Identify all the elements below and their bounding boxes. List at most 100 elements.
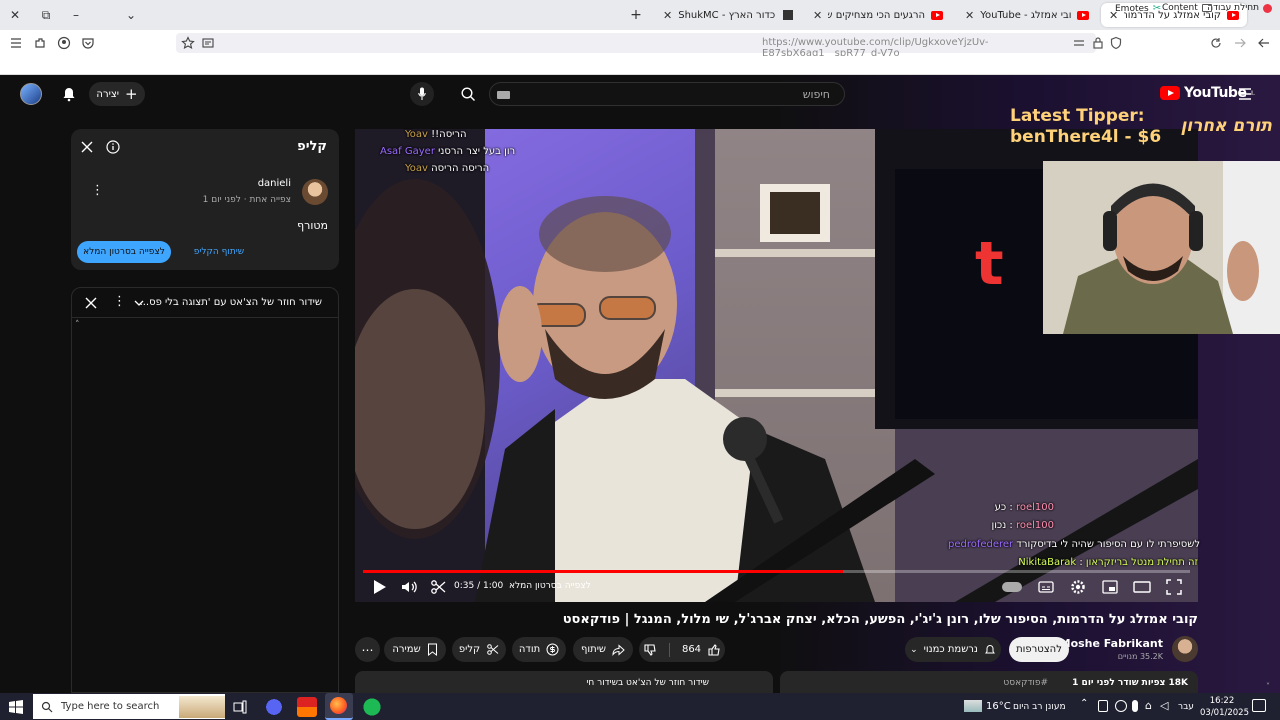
- clock[interactable]: 16:22 03/01/2025: [1200, 695, 1249, 719]
- dislike-icon[interactable]: [643, 643, 657, 657]
- search-button[interactable]: [448, 82, 488, 106]
- scroll-down-icon[interactable]: ˅: [1266, 682, 1276, 692]
- forward-icon[interactable]: [1233, 36, 1247, 50]
- tab-funny-moments[interactable]: הרגעים הכי מצחיקים של עוזר R ✕: [805, 3, 951, 27]
- input-language[interactable]: עבר: [1178, 702, 1194, 712]
- new-tab-icon[interactable]: +: [627, 6, 645, 24]
- channel-avatar[interactable]: [1172, 636, 1198, 662]
- subtitles-icon[interactable]: [1037, 578, 1055, 596]
- chat-message: הריסה הריסה: [431, 163, 490, 174]
- network-icon[interactable]: ⌂: [1145, 699, 1152, 712]
- extensions-icon[interactable]: [33, 36, 47, 50]
- scissors-icon[interactable]: [429, 578, 447, 596]
- weather-desc[interactable]: מעונן רב היום: [1013, 702, 1066, 712]
- shield-icon[interactable]: [1109, 36, 1123, 50]
- tab-youtube-kobi[interactable]: YouTube - קובי אמזלג ✕: [957, 3, 1097, 27]
- url-bar[interactable]: https://www.youtube.com/clip/UgkxoveYjzU…: [176, 33, 1096, 59]
- volume-icon[interactable]: [400, 578, 418, 596]
- taskbar-search-placeholder: Type here to search: [61, 701, 160, 712]
- autoplay-toggle[interactable]: [1002, 582, 1022, 592]
- tab-label: YouTube - קובי אמזלג: [980, 9, 1071, 21]
- onedrive-icon[interactable]: [1115, 700, 1127, 712]
- bookmark-emotes[interactable]: Emotes ✂: [1115, 3, 1161, 14]
- share-clip-button[interactable]: שיתוף הקליפ: [179, 241, 259, 263]
- theater-mode-icon[interactable]: [1133, 578, 1151, 596]
- create-button[interactable]: יצירה +: [89, 82, 145, 106]
- close-icon[interactable]: [80, 140, 94, 154]
- app-taskbar-icon[interactable]: [297, 697, 317, 717]
- bookmark-content[interactable]: Content: [1162, 3, 1212, 13]
- tray-app-icon[interactable]: [1098, 700, 1108, 712]
- more-actions-button[interactable]: ⋯: [355, 637, 380, 662]
- description-box[interactable]: 18K צפיות שודר לפני יום 1 #פודקאסט: [780, 671, 1198, 693]
- overlay-chat-line: זה תחילת מנטל בריזקראון : NikitaBarak: [1018, 557, 1198, 568]
- miniplayer-icon[interactable]: [1101, 578, 1119, 596]
- pocket-icon[interactable]: [81, 36, 95, 50]
- bookmark-star-icon[interactable]: [181, 36, 195, 50]
- minimize-window-icon[interactable]: –: [67, 6, 85, 24]
- chat-more-icon[interactable]: ⋮: [113, 295, 126, 308]
- save-button[interactable]: שמירה: [384, 637, 446, 662]
- weather-temp[interactable]: 16°C: [986, 701, 1011, 712]
- discord-taskbar-icon[interactable]: [264, 697, 284, 717]
- youtube-favicon-icon: [931, 10, 943, 20]
- firefox-taskbar-button[interactable]: [325, 693, 353, 720]
- super-thanks-icon: [546, 643, 559, 656]
- reader-view-icon[interactable]: [201, 36, 215, 50]
- subscribed-label: נרשמת כמנוי: [923, 644, 978, 655]
- description-hashtag[interactable]: #פודקאסט: [1003, 678, 1048, 688]
- fullscreen-icon[interactable]: [1165, 578, 1183, 596]
- share-button[interactable]: שיתוף: [573, 637, 633, 662]
- keyboard-icon[interactable]: [497, 91, 510, 99]
- scroll-up-icon[interactable]: ˄: [75, 320, 80, 330]
- voice-search-button[interactable]: [410, 82, 434, 106]
- bookmark-getting-started[interactable]: תחילת עבודה: [1207, 3, 1272, 13]
- account-icon[interactable]: [57, 36, 71, 50]
- info-icon[interactable]: [106, 140, 120, 154]
- taskbar-search[interactable]: Type here to search: [33, 694, 225, 719]
- speaker-icon[interactable]: ◁: [1160, 699, 1168, 712]
- more-horizontal-icon: ⋯: [361, 642, 374, 657]
- notifications-icon[interactable]: [1252, 699, 1266, 712]
- more-vertical-icon[interactable]: ⋮: [91, 184, 104, 197]
- windows-start-icon[interactable]: [9, 700, 23, 714]
- chat-replay-card[interactable]: שידור חוזר של הצ'אט בשידור חי: [355, 671, 773, 693]
- webcam-frame: [1043, 161, 1280, 334]
- like-icon[interactable]: [707, 643, 721, 657]
- tracking-icon[interactable]: [1072, 36, 1086, 50]
- tab-shukmc[interactable]: ShukMC - מפת כדור הארץ ✕: [655, 3, 801, 27]
- tab-label: הרגעים הכי מצחיקים של עוזר R: [828, 9, 925, 21]
- task-view-icon[interactable]: [233, 700, 247, 714]
- subscribed-button[interactable]: נרשמת כמנוי ⌄: [905, 637, 1001, 662]
- menu-icon[interactable]: [9, 36, 23, 50]
- play-icon[interactable]: [370, 578, 388, 596]
- tab-close-icon[interactable]: ✕: [663, 9, 672, 22]
- guide-menu-icon[interactable]: [1237, 87, 1253, 101]
- thanks-button[interactable]: תודה: [512, 637, 566, 662]
- settings-gear-icon[interactable]: [1069, 578, 1087, 596]
- spotify-taskbar-icon[interactable]: [362, 697, 382, 717]
- clip-author-avatar[interactable]: [302, 179, 328, 205]
- clip-button[interactable]: קליפ: [452, 637, 506, 662]
- tab-close-icon[interactable]: ✕: [965, 9, 974, 22]
- tab-list-chevron-icon[interactable]: ⌄: [122, 6, 140, 24]
- microphone-tray-icon[interactable]: [1132, 700, 1138, 712]
- notifications-bell-icon[interactable]: [61, 86, 77, 102]
- reload-icon[interactable]: [1209, 36, 1223, 50]
- share-icon: [612, 643, 625, 656]
- search-input[interactable]: חיפוש: [489, 82, 845, 106]
- show-hidden-icons-icon[interactable]: ⌃: [1080, 698, 1088, 709]
- close-chat-icon[interactable]: [84, 296, 98, 310]
- watch-full-video-button[interactable]: לצפייה בסרטון המלא: [77, 241, 171, 263]
- restore-window-icon[interactable]: ⧉: [37, 6, 55, 24]
- channel-name[interactable]: Moshe Fabrikant: [1060, 637, 1163, 650]
- join-button[interactable]: להצטרפות: [1009, 637, 1069, 662]
- watch-full-video-link[interactable]: לצפייה בסרטון המלא: [509, 581, 591, 591]
- lock-icon[interactable]: [1091, 36, 1105, 50]
- clip-author-name[interactable]: danieli: [258, 178, 291, 189]
- account-avatar[interactable]: [20, 83, 42, 105]
- back-icon[interactable]: [1257, 36, 1271, 50]
- tab-close-icon[interactable]: ✕: [813, 9, 822, 22]
- close-window-icon[interactable]: ✕: [6, 6, 24, 24]
- taskbar-search-icon: [41, 701, 53, 712]
